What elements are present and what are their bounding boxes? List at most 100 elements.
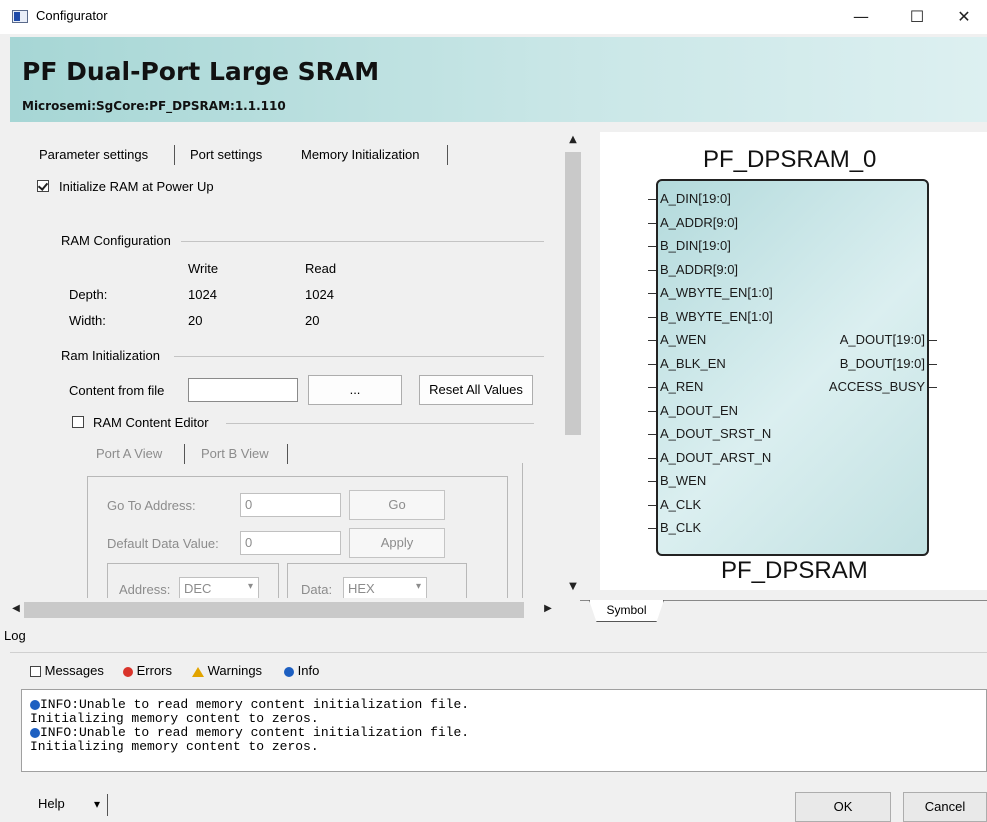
input-pin: A_ADDR[9:0] xyxy=(660,214,739,230)
content-file-input[interactable] xyxy=(188,378,298,402)
input-pin: A_DIN[19:0] xyxy=(660,191,731,206)
minimize-button[interactable]: — xyxy=(838,0,884,34)
vertical-scrollbar[interactable]: ▲ ▼ xyxy=(562,132,584,598)
browse-button[interactable]: ... xyxy=(308,375,402,405)
info-icon xyxy=(284,666,294,677)
input-pin: A_REN xyxy=(660,379,704,394)
info-icon xyxy=(30,699,40,710)
warnings-filter[interactable]: Warnings xyxy=(192,663,262,678)
input-pin: B_DIN[19:0] xyxy=(660,238,731,253)
goto-address-label: Go To Address: xyxy=(107,498,196,513)
pin-line xyxy=(929,363,937,365)
default-data-value-label: Default Data Value: xyxy=(107,536,219,551)
tab-separator xyxy=(174,145,175,165)
group-divider xyxy=(226,423,534,424)
log-line: INFO:Unable to read memory content initi… xyxy=(30,726,469,740)
scroll-down-icon[interactable]: ▼ xyxy=(565,581,581,595)
log-divider xyxy=(10,652,987,653)
chevron-down-icon: ▾ xyxy=(247,581,253,592)
scrollbar-thumb[interactable] xyxy=(565,152,581,435)
output-pin: B_DOUT[19:0] xyxy=(839,355,925,371)
data-format-label: Data: xyxy=(301,582,333,597)
tab-symbol[interactable]: Symbol xyxy=(589,600,664,622)
pin-line xyxy=(648,528,656,529)
info-icon xyxy=(30,727,40,738)
address-format-label: Address: xyxy=(119,582,171,597)
pin-line xyxy=(648,269,656,271)
log-line: INFO:Unable to read memory content initi… xyxy=(30,698,469,712)
pin-line xyxy=(648,410,656,412)
tab-port-a-view[interactable]: Port A View xyxy=(96,446,162,461)
tab-separator xyxy=(287,444,288,464)
window-title: Configurator xyxy=(36,8,108,23)
content-from-file-label: Content from file xyxy=(69,383,165,398)
output-pin: ACCESS_BUSY xyxy=(828,379,925,394)
pin-line xyxy=(648,434,656,435)
input-pin: A_CLK xyxy=(660,496,702,512)
col-read: Read xyxy=(305,261,337,276)
group-divider xyxy=(174,356,544,357)
scroll-up-icon[interactable]: ▲ xyxy=(565,134,581,148)
chevron-down-icon[interactable]: ▾ xyxy=(94,790,100,818)
depth-write-value: 1024 xyxy=(188,287,217,302)
pin-line xyxy=(648,387,656,388)
pin-line xyxy=(648,199,656,200)
warnings-label: Warnings xyxy=(207,663,263,678)
tab-port-b-view[interactable]: Port B View xyxy=(201,446,269,461)
depth-read-value: 1024 xyxy=(305,287,334,302)
input-pin: B_WEN xyxy=(660,473,707,488)
tab-port-settings[interactable]: Port settings xyxy=(182,142,270,168)
pin-line xyxy=(929,387,937,388)
errors-filter[interactable]: Errors xyxy=(123,663,172,678)
tab-parameter-settings[interactable]: Parameter settings xyxy=(31,142,156,168)
info-filter[interactable]: Info xyxy=(284,663,319,678)
core-id: Microsemi:SgCore:PF_DPSRAM:1.1.110 xyxy=(22,99,286,113)
default-data-value-input[interactable]: 0 xyxy=(240,531,341,555)
messages-label: Messages xyxy=(44,663,104,678)
depth-label: Depth: xyxy=(69,287,108,302)
errors-label: Errors xyxy=(136,663,173,678)
close-button[interactable]: ✕ xyxy=(941,0,987,34)
go-button[interactable]: Go xyxy=(349,490,445,520)
scrollbar-thumb[interactable] xyxy=(24,602,524,618)
output-pin: A_DOUT[19:0] xyxy=(839,332,925,347)
col-write: Write xyxy=(188,261,219,276)
data-format-select[interactable]: HEX ▾ xyxy=(343,577,427,598)
ram-content-editor-checkbox[interactable] xyxy=(72,416,84,428)
goto-address-input[interactable]: 0 xyxy=(240,493,341,517)
address-format-select[interactable]: DEC ▾ xyxy=(179,577,259,598)
tab-memory-initialization[interactable]: Memory Initialization xyxy=(293,142,428,168)
messages-filter[interactable]: Messages xyxy=(30,663,104,678)
warning-icon xyxy=(192,666,204,677)
width-write-value: 20 xyxy=(188,313,203,328)
config-panel: Parameter settings Port settings Memory … xyxy=(21,132,561,598)
address-format-value: DEC xyxy=(184,581,212,596)
input-pin: A_DOUT_SRST_N xyxy=(660,426,772,441)
log-output[interactable]: INFO:Unable to read memory content initi… xyxy=(21,689,987,772)
apply-button[interactable]: Apply xyxy=(349,528,445,558)
input-pin: B_ADDR[9:0] xyxy=(660,261,739,277)
pin-line xyxy=(648,457,656,459)
error-icon xyxy=(123,666,133,677)
messages-icon xyxy=(30,666,41,678)
scroll-left-icon[interactable]: ◀ xyxy=(10,603,22,617)
pin-list: A_DIN[19:0] A_ADDR[9:0] B_DIN[19:0] B_ADDR[… xyxy=(600,132,987,590)
init-ram-checkbox[interactable] xyxy=(37,180,49,192)
chevron-down-icon: ▾ xyxy=(415,581,421,592)
horizontal-scrollbar[interactable]: ◀ ▶ xyxy=(10,600,562,620)
log-filter-bar: Messages Errors Warnings Info xyxy=(22,660,987,686)
help-button[interactable]: Help ▾ xyxy=(10,790,110,820)
scroll-right-icon[interactable]: ▶ xyxy=(542,603,554,617)
app-icon xyxy=(12,10,28,23)
reset-all-values-button[interactable]: Reset All Values xyxy=(419,375,533,405)
input-pin: A_WBYTE_EN[1:0] xyxy=(660,285,773,300)
pin-line xyxy=(648,340,656,341)
pin-line xyxy=(648,504,656,506)
input-pin: A_BLK_EN xyxy=(660,355,726,371)
pin-line xyxy=(648,293,656,294)
info-label: Info xyxy=(297,663,320,678)
page-title: PF Dual-Port Large SRAM xyxy=(22,57,380,86)
maximize-button[interactable]: ☐ xyxy=(894,0,940,34)
help-label: Help xyxy=(38,796,65,811)
symbol-panel: PF_DPSRAM_0 PF_DPSRAM A_DIN[19:0] A_ADDR[… xyxy=(600,132,987,590)
